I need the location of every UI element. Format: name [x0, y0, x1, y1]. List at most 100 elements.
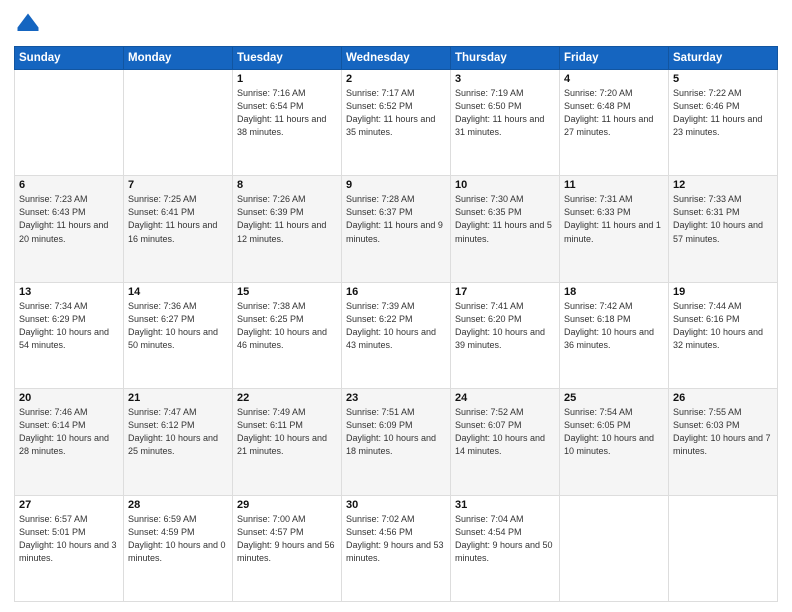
calendar-cell: 25 Sunrise: 7:54 AM Sunset: 6:05 PM Dayli… — [560, 389, 669, 495]
day-detail: Sunrise: 7:51 AM Sunset: 6:09 PM Dayligh… — [346, 406, 446, 458]
day-number: 19 — [673, 286, 773, 298]
day-detail: Sunrise: 6:59 AM Sunset: 4:59 PM Dayligh… — [128, 513, 228, 565]
page: SundayMondayTuesdayWednesdayThursdayFrid… — [0, 0, 792, 612]
day-detail: Sunrise: 7:38 AM Sunset: 6:25 PM Dayligh… — [237, 300, 337, 352]
day-number: 1 — [237, 73, 337, 85]
day-detail: Sunrise: 7:20 AM Sunset: 6:48 PM Dayligh… — [564, 87, 664, 139]
day-number: 12 — [673, 179, 773, 191]
day-number: 27 — [19, 499, 119, 511]
calendar-day-header: Wednesday — [342, 47, 451, 70]
calendar-cell — [669, 495, 778, 601]
calendar-cell: 12 Sunrise: 7:33 AM Sunset: 6:31 PM Dayli… — [669, 176, 778, 282]
calendar-cell: 17Sunrise: 7:41 AM Sunset: 6:20 PM Dayli… — [451, 282, 560, 388]
calendar-cell: 22Sunrise: 7:49 AM Sunset: 6:11 PM Dayli… — [233, 389, 342, 495]
calendar-day-header: Friday — [560, 47, 669, 70]
calendar-cell: 9 Sunrise: 7:28 AM Sunset: 6:37 PM Daylig… — [342, 176, 451, 282]
day-detail: Sunrise: 7:28 AM Sunset: 6:37 PM Dayligh… — [346, 193, 446, 245]
day-number: 26 — [673, 392, 773, 404]
day-number: 30 — [346, 499, 446, 511]
calendar-cell: 10 Sunrise: 7:30 AM Sunset: 6:35 PM Dayli… — [451, 176, 560, 282]
calendar-cell: 26 Sunrise: 7:55 AM Sunset: 6:03 PM Dayli… — [669, 389, 778, 495]
day-detail: Sunrise: 7:36 AM Sunset: 6:27 PM Dayligh… — [128, 300, 228, 352]
day-detail: Sunrise: 7:30 AM Sunset: 6:35 PM Dayligh… — [455, 193, 555, 245]
calendar-cell: 24 Sunrise: 7:52 AM Sunset: 6:07 PM Dayli… — [451, 389, 560, 495]
calendar-day-header: Thursday — [451, 47, 560, 70]
day-number: 21 — [128, 392, 228, 404]
calendar-cell: 30 Sunrise: 7:02 AM Sunset: 4:56 PM Dayli… — [342, 495, 451, 601]
day-number: 7 — [128, 179, 228, 191]
day-detail: Sunrise: 7:52 AM Sunset: 6:07 PM Dayligh… — [455, 406, 555, 458]
day-detail: Sunrise: 7:25 AM Sunset: 6:41 PM Dayligh… — [128, 193, 228, 245]
day-number: 4 — [564, 73, 664, 85]
logo — [14, 10, 46, 38]
day-detail: Sunrise: 7:02 AM Sunset: 4:56 PM Dayligh… — [346, 513, 446, 565]
day-detail: Sunrise: 7:55 AM Sunset: 6:03 PM Dayligh… — [673, 406, 773, 458]
calendar-day-header: Sunday — [15, 47, 124, 70]
day-number: 20 — [19, 392, 119, 404]
day-detail: Sunrise: 7:19 AM Sunset: 6:50 PM Dayligh… — [455, 87, 555, 139]
day-detail: Sunrise: 7:16 AM Sunset: 6:54 PM Dayligh… — [237, 87, 337, 139]
header — [14, 10, 778, 38]
calendar-cell: 31 Sunrise: 7:04 AM Sunset: 4:54 PM Dayli… — [451, 495, 560, 601]
calendar-day-header: Saturday — [669, 47, 778, 70]
day-detail: Sunrise: 7:04 AM Sunset: 4:54 PM Dayligh… — [455, 513, 555, 565]
day-number: 25 — [564, 392, 664, 404]
calendar-header-row: SundayMondayTuesdayWednesdayThursdayFrid… — [15, 47, 778, 70]
day-number: 31 — [455, 499, 555, 511]
calendar-cell: 19 Sunrise: 7:44 AM Sunset: 6:16 PM Dayli… — [669, 282, 778, 388]
calendar-week-row: 27Sunrise: 6:57 AM Sunset: 5:01 PM Dayli… — [15, 495, 778, 601]
calendar-cell — [15, 70, 124, 176]
day-number: 6 — [19, 179, 119, 191]
day-detail: Sunrise: 7:49 AM Sunset: 6:11 PM Dayligh… — [237, 406, 337, 458]
day-number: 14 — [128, 286, 228, 298]
day-number: 29 — [237, 499, 337, 511]
day-number: 15 — [237, 286, 337, 298]
logo-icon — [14, 10, 42, 38]
day-detail: Sunrise: 7:44 AM Sunset: 6:16 PM Dayligh… — [673, 300, 773, 352]
calendar-table: SundayMondayTuesdayWednesdayThursdayFrid… — [14, 46, 778, 602]
calendar-cell: 21 Sunrise: 7:47 AM Sunset: 6:12 PM Dayli… — [124, 389, 233, 495]
calendar-cell: 3 Sunrise: 7:19 AM Sunset: 6:50 PM Daylig… — [451, 70, 560, 176]
calendar-day-header: Monday — [124, 47, 233, 70]
day-number: 17 — [455, 286, 555, 298]
day-number: 8 — [237, 179, 337, 191]
calendar-cell: 15 Sunrise: 7:38 AM Sunset: 6:25 PM Dayli… — [233, 282, 342, 388]
calendar-cell: 11 Sunrise: 7:31 AM Sunset: 6:33 PM Dayli… — [560, 176, 669, 282]
day-number: 13 — [19, 286, 119, 298]
day-number: 16 — [346, 286, 446, 298]
calendar-cell: 14 Sunrise: 7:36 AM Sunset: 6:27 PM Dayli… — [124, 282, 233, 388]
calendar-week-row: 6Sunrise: 7:23 AM Sunset: 6:43 PM Daylig… — [15, 176, 778, 282]
day-detail: Sunrise: 7:47 AM Sunset: 6:12 PM Dayligh… — [128, 406, 228, 458]
day-detail: Sunrise: 7:33 AM Sunset: 6:31 PM Dayligh… — [673, 193, 773, 245]
calendar-cell: 5 Sunrise: 7:22 AM Sunset: 6:46 PM Daylig… — [669, 70, 778, 176]
day-number: 9 — [346, 179, 446, 191]
day-detail: Sunrise: 7:34 AM Sunset: 6:29 PM Dayligh… — [19, 300, 119, 352]
day-detail: Sunrise: 7:22 AM Sunset: 6:46 PM Dayligh… — [673, 87, 773, 139]
calendar-week-row: 20 Sunrise: 7:46 AM Sunset: 6:14 PM Dayli… — [15, 389, 778, 495]
day-number: 10 — [455, 179, 555, 191]
calendar-cell: 6Sunrise: 7:23 AM Sunset: 6:43 PM Daylig… — [15, 176, 124, 282]
day-detail: Sunrise: 7:46 AM Sunset: 6:14 PM Dayligh… — [19, 406, 119, 458]
day-number: 5 — [673, 73, 773, 85]
day-detail: Sunrise: 7:54 AM Sunset: 6:05 PM Dayligh… — [564, 406, 664, 458]
day-detail: Sunrise: 7:42 AM Sunset: 6:18 PM Dayligh… — [564, 300, 664, 352]
day-number: 24 — [455, 392, 555, 404]
day-number: 3 — [455, 73, 555, 85]
day-detail: Sunrise: 7:39 AM Sunset: 6:22 PM Dayligh… — [346, 300, 446, 352]
day-number: 23 — [346, 392, 446, 404]
calendar-cell: 4 Sunrise: 7:20 AM Sunset: 6:48 PM Daylig… — [560, 70, 669, 176]
calendar-cell: 18 Sunrise: 7:42 AM Sunset: 6:18 PM Dayli… — [560, 282, 669, 388]
day-detail: Sunrise: 7:31 AM Sunset: 6:33 PM Dayligh… — [564, 193, 664, 245]
calendar-week-row: 1 Sunrise: 7:16 AM Sunset: 6:54 PM Daylig… — [15, 70, 778, 176]
calendar-cell: 1 Sunrise: 7:16 AM Sunset: 6:54 PM Daylig… — [233, 70, 342, 176]
calendar-cell: 27Sunrise: 6:57 AM Sunset: 5:01 PM Dayli… — [15, 495, 124, 601]
calendar-cell — [124, 70, 233, 176]
calendar-cell: 28 Sunrise: 6:59 AM Sunset: 4:59 PM Dayli… — [124, 495, 233, 601]
calendar-cell: 16 Sunrise: 7:39 AM Sunset: 6:22 PM Dayli… — [342, 282, 451, 388]
calendar-cell: 2Sunrise: 7:17 AM Sunset: 6:52 PM Daylig… — [342, 70, 451, 176]
calendar-cell: 29Sunrise: 7:00 AM Sunset: 4:57 PM Dayli… — [233, 495, 342, 601]
day-number: 28 — [128, 499, 228, 511]
calendar-day-header: Tuesday — [233, 47, 342, 70]
day-number: 11 — [564, 179, 664, 191]
day-number: 18 — [564, 286, 664, 298]
